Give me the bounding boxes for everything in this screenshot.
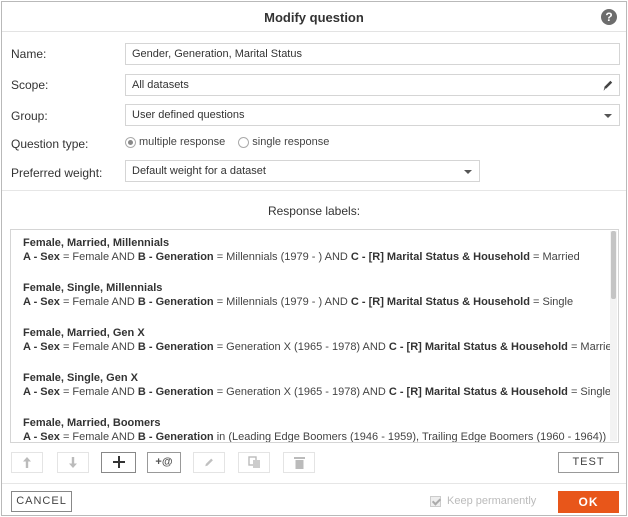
rule-variable: B - Generation <box>137 431 214 443</box>
group-select[interactable]: User defined questions <box>125 104 620 126</box>
delete-response-button[interactable] <box>283 452 315 473</box>
scrollbar[interactable] <box>610 231 617 441</box>
rule-text: = Single <box>567 386 612 398</box>
question-type-radio-group: multiple response single response <box>125 136 339 151</box>
radio-multiple-label: multiple response <box>139 136 226 148</box>
rule-text: = Female AND <box>59 251 138 263</box>
move-up-button[interactable] <box>11 452 43 473</box>
rule-variable: A - Sex <box>23 251 60 263</box>
rule-variable: A - Sex <box>23 341 60 353</box>
pencil-icon <box>205 458 213 467</box>
help-icon[interactable]: ? <box>601 9 617 25</box>
rule-variable: B - Generation <box>137 386 214 398</box>
chevron-down-icon <box>464 170 472 174</box>
radio-dot <box>238 136 250 148</box>
radio-multiple-response[interactable]: multiple response <box>125 136 225 148</box>
scope-value: All datasets <box>132 79 189 91</box>
response-item-title: Female, Married, Boomers <box>23 417 161 429</box>
rule-variable: A - Sex <box>23 386 60 398</box>
group-value: User defined questions <box>132 109 245 121</box>
preferred-weight-select[interactable]: Default weight for a dataset <box>125 160 480 182</box>
rule-variable: B - Generation <box>137 341 214 353</box>
radio-single-label: single response <box>252 136 330 148</box>
add-at-button[interactable]: +@ <box>147 452 181 473</box>
response-item-rule: A - Sex = Female AND B - Generation = Mi… <box>23 295 609 310</box>
rule-text: = Female AND <box>59 386 138 398</box>
rule-text: = Millennials (1979 - ) AND <box>213 296 351 308</box>
plus-icon <box>112 456 125 468</box>
add-response-button[interactable] <box>101 452 136 473</box>
response-item[interactable]: Female, Married, Gen XA - Sex = Female A… <box>11 320 618 365</box>
response-item[interactable]: Female, Single, Millennials A - Sex = Fem… <box>11 275 609 320</box>
radio-dot-selected <box>125 136 136 148</box>
copy-icon <box>247 456 260 468</box>
preferred-weight-label: Preferred weight: <box>11 166 103 180</box>
response-item-rule: A - Sex = Female AND B - Generation = Ge… <box>23 385 612 400</box>
rule-text: = Single <box>529 296 574 308</box>
scrollbar-thumb[interactable] <box>611 231 616 299</box>
response-item-title: Female, Married, Millennials <box>23 237 170 249</box>
ok-button[interactable]: OK <box>558 491 619 513</box>
modify-question-dialog: Modify question ? Name: Gender, Generati… <box>1 1 627 516</box>
response-item[interactable]: Female, Single, Gen XA - Sex = Female AN… <box>11 365 612 410</box>
dialog-header: Modify question ? <box>2 2 626 32</box>
response-item-rule: A - Sex = Female AND B - Generation = Ge… <box>23 340 618 355</box>
response-item-rule: A - Sex = Female AND B - Generation in (… <box>23 430 609 443</box>
rule-variable: C - [R] Marital Status & Household <box>350 296 530 308</box>
scope-label: Scope: <box>11 78 49 92</box>
arrow-down-icon <box>69 457 77 468</box>
keep-permanently-checkbox[interactable] <box>430 495 441 507</box>
response-item[interactable]: Female, Married, Millennials A - Sex = Fe… <box>11 230 609 275</box>
response-item-title: Female, Single, Gen X <box>23 372 138 384</box>
keep-permanently-label: Keep permanently <box>447 495 537 507</box>
dialog-title: Modify question <box>264 10 364 25</box>
keep-permanently-option[interactable]: Keep permanently <box>430 495 536 507</box>
name-label: Name: <box>11 47 47 61</box>
response-item-title: Female, Single, Millennials <box>23 282 163 294</box>
edit-response-button[interactable] <box>193 452 225 473</box>
cancel-button[interactable]: CANCEL <box>11 491 72 512</box>
radio-single-response[interactable]: single response <box>238 136 329 148</box>
scope-field[interactable]: All datasets <box>125 74 620 96</box>
chevron-down-icon <box>604 114 612 118</box>
test-button[interactable]: TEST <box>558 452 619 473</box>
rule-variable: C - [R] Marital Status & Household <box>388 386 568 398</box>
copy-response-button[interactable] <box>238 452 270 473</box>
response-item[interactable]: Female, Married, Boomers A - Sex = Female… <box>11 410 609 443</box>
arrow-up-icon <box>23 457 31 468</box>
rule-variable: A - Sex <box>23 431 60 443</box>
response-labels-list[interactable]: Female, Married, Millennials A - Sex = Fe… <box>10 229 619 443</box>
move-down-button[interactable] <box>57 452 89 473</box>
rule-text: = Generation X (1965 - 1978) AND <box>213 341 389 353</box>
rule-variable: B - Generation <box>137 251 214 263</box>
rule-text: = Millennials (1979 - ) AND <box>213 251 351 263</box>
name-field[interactable]: Gender, Generation, Marital Status <box>125 43 620 65</box>
response-item-rule: A - Sex = Female AND B - Generation = Mi… <box>23 250 609 265</box>
rule-text: = Female AND <box>59 431 138 443</box>
group-label: Group: <box>11 109 48 123</box>
trash-icon <box>293 457 305 469</box>
rule-text: = Female AND <box>59 296 138 308</box>
rule-variable: A - Sex <box>23 296 60 308</box>
rule-text: = Married <box>529 251 580 263</box>
rule-text: = Generation X (1965 - 1978) AND <box>213 386 389 398</box>
rule-text: in (Leading Edge Boomers (1946 - 1959), … <box>213 431 607 443</box>
rule-variable: B - Generation <box>137 296 214 308</box>
response-labels-title: Response labels: <box>267 204 361 218</box>
question-type-label: Question type: <box>11 137 89 151</box>
rule-variable: C - [R] Marital Status & Household <box>388 341 568 353</box>
pencil-icon[interactable] <box>602 78 614 92</box>
response-item-title: Female, Married, Gen X <box>23 327 145 339</box>
response-list-content: Female, Married, Millennials A - Sex = Fe… <box>11 230 618 443</box>
rule-text: = Female AND <box>59 341 138 353</box>
footer-divider <box>2 483 626 484</box>
section-divider <box>2 190 626 191</box>
preferred-weight-value: Default weight for a dataset <box>132 165 266 177</box>
rule-variable: C - [R] Marital Status & Household <box>350 251 530 263</box>
